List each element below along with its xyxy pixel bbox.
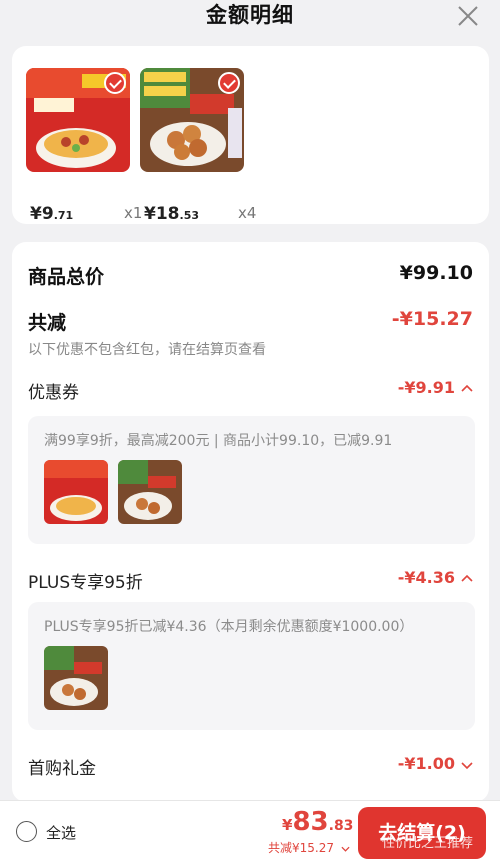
selected-check-icon (218, 72, 240, 94)
plus-discount-value: -¥4.36 (397, 568, 455, 587)
first-purchase-label: 首购礼金 (28, 759, 96, 779)
total-price-value: ¥99.10 (399, 262, 473, 284)
reduction-label: 共减 (28, 312, 67, 334)
product-thumbnail-noodles (26, 68, 130, 172)
payable-total: ¥83.83 (282, 807, 354, 837)
reduction-value: -¥15.27 (391, 308, 473, 330)
saved-amount[interactable]: 共减¥15.27 (268, 839, 350, 856)
coupon-value: -¥9.91 (397, 378, 455, 397)
product-quantity: x1 (124, 204, 143, 222)
product-item[interactable]: ¥18.53 x4 (140, 68, 256, 224)
reduction-note: 以下优惠不包含红包，请在结算页查看 (28, 342, 266, 358)
products-card: ¥9.71 x1 ¥18.53 x4 (12, 46, 489, 224)
product-thumbnail-chicken (140, 68, 244, 172)
select-all-radio[interactable] (16, 821, 37, 842)
plus-discount-label: PLUS专享95折 (28, 573, 143, 593)
product-quantity: x4 (238, 204, 257, 222)
chevron-up-icon[interactable] (461, 574, 473, 582)
price-details-card: 商品总价 ¥99.10 共减 -¥15.27 以下优惠不包含红包，请在结算页查看… (12, 242, 489, 802)
plus-detail-box: PLUS专享95折已减¥4.36（本月剩余优惠额度¥1000.00） (28, 602, 475, 730)
header: 金额明细 (0, 0, 500, 34)
plus-detail-text: PLUS专享95折已减¥4.36（本月剩余优惠额度¥1000.00） (44, 619, 414, 635)
select-all-label[interactable]: 全选 (46, 822, 76, 843)
plus-product-thumb-chicken (44, 646, 108, 710)
coupon-product-thumb-noodles (44, 460, 108, 524)
watermark-text: 性价比之王推荐 (382, 836, 474, 851)
first-purchase-value: -¥1.00 (397, 754, 455, 773)
total-price-label: 商品总价 (28, 266, 105, 288)
product-item[interactable]: ¥9.71 x1 (26, 68, 142, 224)
chevron-up-icon[interactable] (461, 384, 473, 392)
coupon-label: 优惠券 (28, 383, 79, 403)
chevron-down-icon (341, 846, 350, 852)
selected-check-icon (104, 72, 126, 94)
close-icon[interactable] (456, 4, 480, 28)
page-title: 金额明细 (206, 3, 294, 27)
coupon-detail-box: 满99享9折，最高减200元 | 商品小计99.10，已减9.91 (28, 416, 475, 544)
coupon-detail-text: 满99享9折，最高减200元 | 商品小计99.10，已减9.91 (44, 433, 393, 449)
coupon-product-thumb-chicken (118, 460, 182, 524)
chevron-down-icon[interactable] (461, 762, 473, 770)
